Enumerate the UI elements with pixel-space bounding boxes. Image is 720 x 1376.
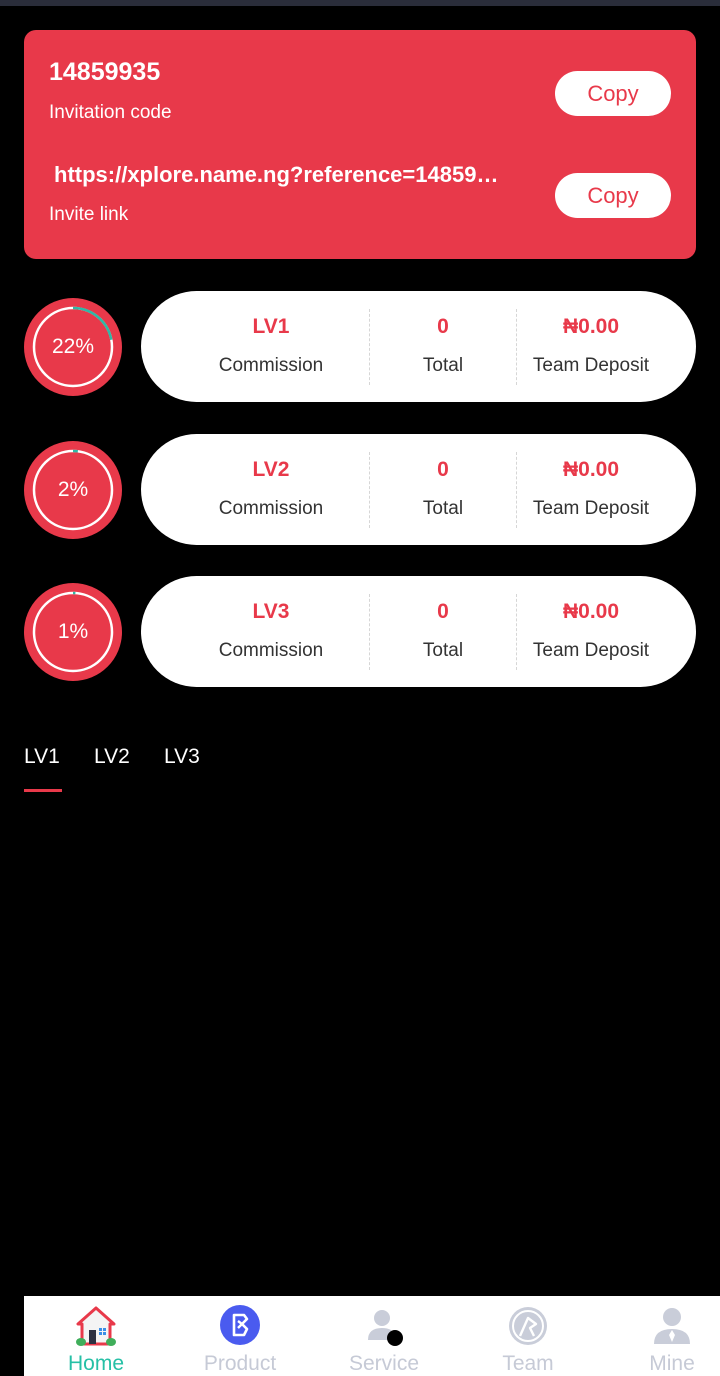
- team-deposit-value: ₦0.00: [562, 600, 620, 623]
- level-name: LV1: [252, 315, 290, 338]
- invite-card: 14859935 Invitation code Copy https://xp…: [24, 30, 696, 259]
- level-row-lv3: 1% LV3 Commission 0 Total ₦0.00 Team Dep…: [24, 576, 696, 687]
- team-deposit-label: Team Deposit: [532, 640, 650, 661]
- mine-icon: [654, 1308, 690, 1344]
- deposit-column: ₦0.00 Team Deposit: [517, 434, 665, 545]
- level-card-lv3: LV3 Commission 0 Total ₦0.00 Team Deposi…: [141, 576, 696, 687]
- level-column: LV1 Commission: [199, 291, 343, 402]
- commission-percent-lv1: 22%: [51, 335, 95, 358]
- nav-product[interactable]: Product: [168, 1296, 312, 1376]
- invite-link-value: https://xplore.name.ng?reference=1485993…: [54, 162, 500, 187]
- commission-label: Commission: [218, 498, 324, 519]
- tab-lv3[interactable]: LV3: [164, 745, 200, 769]
- tab-lv2[interactable]: LV2: [94, 745, 130, 769]
- commission-label: Commission: [218, 355, 324, 376]
- team-deposit-value: ₦0.00: [562, 315, 620, 338]
- total-label: Total: [422, 355, 464, 376]
- commission-percent-lv2: 2%: [57, 478, 89, 501]
- deposit-column: ₦0.00 Team Deposit: [517, 291, 665, 402]
- invitation-code-label: Invitation code: [49, 102, 172, 123]
- total-label: Total: [422, 640, 464, 661]
- deposit-column: ₦0.00 Team Deposit: [517, 576, 665, 687]
- service-icon: [368, 1310, 403, 1346]
- nav-label-home: Home: [67, 1352, 125, 1375]
- total-label: Total: [422, 498, 464, 519]
- nav-mine[interactable]: Mine: [600, 1296, 720, 1376]
- nav-home[interactable]: Home: [24, 1296, 168, 1376]
- invite-link-label: Invite link: [49, 204, 129, 225]
- level-name: LV3: [252, 600, 290, 623]
- team-icon: [509, 1307, 547, 1345]
- team-deposit-label: Team Deposit: [532, 355, 650, 376]
- tab-lv1[interactable]: LV1: [24, 745, 60, 769]
- total-column: 0 Total: [369, 309, 517, 385]
- level-column: LV3 Commission: [199, 576, 343, 687]
- active-tab-indicator: [24, 789, 62, 792]
- level-card-lv1: LV1 Commission 0 Total ₦0.00 Team Deposi…: [141, 291, 696, 402]
- level-card-lv2: LV2 Commission 0 Total ₦0.00 Team Deposi…: [141, 434, 696, 545]
- level-row-lv2: 2% LV2 Commission 0 Total ₦0.00 Team Dep…: [24, 434, 696, 545]
- team-deposit-value: ₦0.00: [562, 458, 620, 481]
- commission-percent-lv3: 1%: [57, 620, 89, 643]
- commission-label: Commission: [218, 640, 324, 661]
- nav-team[interactable]: Team: [456, 1296, 600, 1376]
- total-column: 0 Total: [369, 452, 517, 528]
- invitation-code-value: 14859935: [49, 58, 161, 86]
- bottom-nav: Home Product Service Team Mine: [24, 1296, 720, 1376]
- level-column: LV2 Commission: [199, 434, 343, 545]
- level-row-lv1: 22% LV1 Commission 0 Total ₦0.00 Team De…: [24, 291, 696, 402]
- total-value: 0: [437, 458, 449, 481]
- nav-label-product: Product: [203, 1352, 277, 1375]
- total-value: 0: [437, 315, 449, 338]
- product-icon: [220, 1305, 260, 1345]
- nav-label-service: Service: [348, 1352, 420, 1375]
- team-deposit-label: Team Deposit: [532, 498, 650, 519]
- status-strip: [0, 0, 720, 6]
- home-icon: [76, 1306, 116, 1346]
- nav-service[interactable]: Service: [312, 1296, 456, 1376]
- nav-label-mine: Mine: [649, 1352, 695, 1375]
- nav-label-team: Team: [502, 1352, 554, 1375]
- copy-link-button[interactable]: Copy: [555, 173, 671, 218]
- total-column: 0 Total: [369, 594, 517, 670]
- level-name: LV2: [252, 458, 290, 481]
- total-value: 0: [437, 600, 449, 623]
- copy-code-button[interactable]: Copy: [555, 71, 671, 116]
